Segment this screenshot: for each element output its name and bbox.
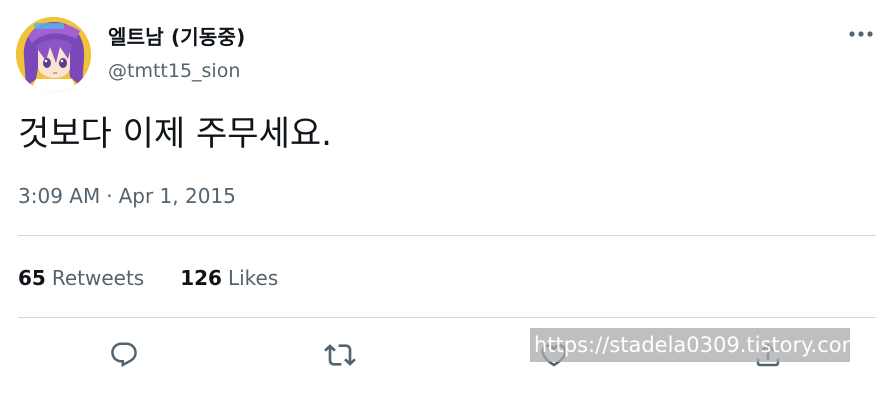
more-options-button[interactable] — [846, 24, 876, 44]
watermark-overlay: https://stadela0309.tistory.com — [530, 328, 862, 362]
tweet: 엘트남 (기동중) @tmtt15_sion 것보다 이제 주무세요. 3:09… — [0, 0, 894, 409]
divider — [18, 317, 876, 318]
tweet-text: 것보다 이제 주무세요. — [18, 114, 332, 154]
tweet-date: Apr 1, 2015 — [118, 184, 236, 208]
likes-label: Likes — [227, 266, 279, 290]
more-dots-icon — [849, 31, 873, 37]
reply-button[interactable] — [107, 338, 141, 372]
avatar-image — [16, 17, 91, 92]
retweet-icon — [324, 344, 356, 366]
likes-stat[interactable]: 126 Likes — [180, 264, 278, 292]
retweets-count: 65 — [18, 266, 46, 290]
retweets-label: Retweets — [51, 266, 145, 290]
retweet-button[interactable] — [323, 338, 357, 372]
divider — [18, 235, 876, 236]
tweet-timestamp[interactable]: 3:09 AM · Apr 1, 2015 — [18, 182, 236, 210]
retweets-stat[interactable]: 65 Retweets — [18, 264, 144, 292]
tweet-stats: 65 Retweets 126 Likes — [18, 264, 278, 292]
author-handle[interactable]: @tmtt15_sion — [108, 58, 240, 84]
tweet-time: 3:09 AM — [18, 184, 101, 208]
likes-count: 126 — [180, 266, 222, 290]
author-display-name[interactable]: 엘트남 (기동중) — [108, 24, 245, 50]
meta-separator: · — [106, 184, 113, 208]
reply-icon — [111, 342, 137, 368]
avatar[interactable] — [16, 17, 91, 92]
